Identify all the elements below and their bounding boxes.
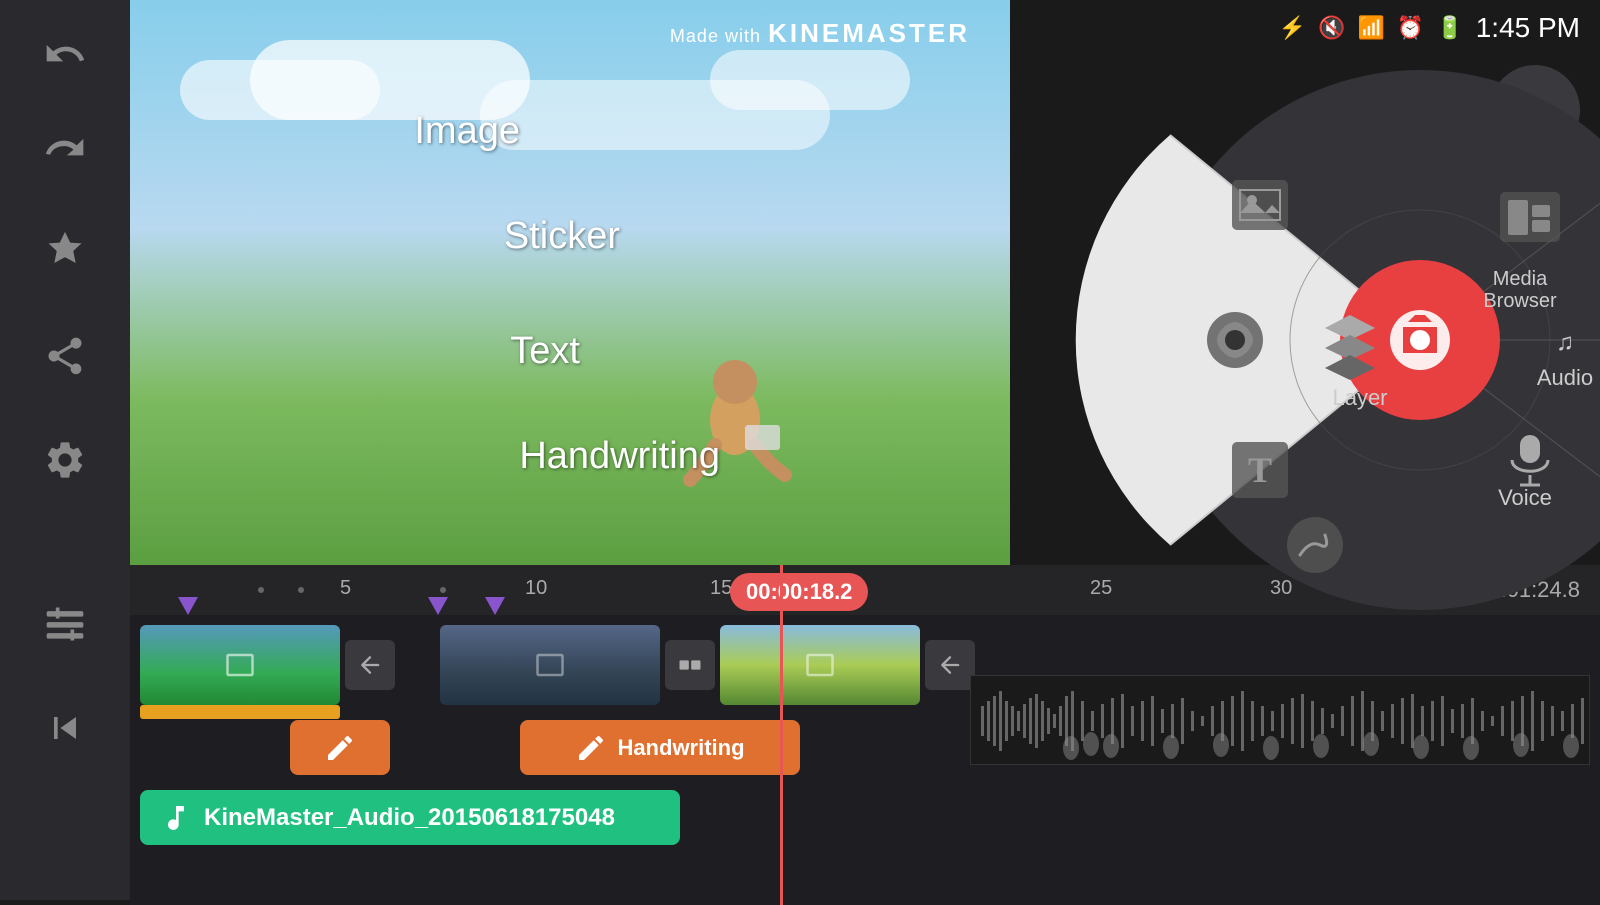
marker-1	[178, 597, 198, 615]
svg-text:Media: Media	[1493, 268, 1548, 290]
handwriting-label: Handwriting	[519, 435, 720, 478]
video-track: 1.0x	[130, 620, 1600, 710]
effects-button[interactable]	[20, 212, 110, 292]
current-time: 1:45 PM	[1476, 12, 1580, 44]
redo-button[interactable]	[20, 108, 110, 188]
transition-2[interactable]	[665, 640, 715, 690]
sticker-label: Sticker	[504, 215, 620, 258]
handwriting-btn-1[interactable]	[290, 720, 390, 775]
mute-icon: 🔇	[1318, 15, 1345, 41]
svg-text:♫: ♫	[1556, 329, 1574, 356]
left-sidebar	[0, 0, 130, 900]
text-label: Text	[510, 330, 580, 373]
svg-text:Audio: Audio	[1537, 365, 1593, 390]
ruler-10: 10	[525, 577, 547, 600]
radial-menu: T Media Browser Layer ♫ Audio Voice	[1020, 55, 1600, 625]
svg-text:Voice: Voice	[1498, 485, 1552, 510]
handwriting-btn-2-label: Handwriting	[617, 735, 744, 761]
ruler-15: 15	[710, 577, 732, 600]
marker-2	[428, 597, 448, 615]
bluetooth-icon: ⚡	[1279, 15, 1306, 41]
handwriting-track: Handwriting	[130, 720, 1600, 785]
transition-3[interactable]	[925, 640, 975, 690]
video-preview: Made with KINEMASTER Image Sticker Text …	[130, 0, 1010, 570]
clip-3[interactable]	[720, 625, 920, 705]
audio-track-label: KineMaster_Audio_20150618175048	[204, 804, 615, 832]
music-icon	[160, 802, 192, 834]
share-button[interactable]	[20, 316, 110, 396]
adjust-tracks-button[interactable]	[20, 584, 110, 664]
transition-1[interactable]	[345, 640, 395, 690]
clip-1[interactable]	[140, 625, 340, 705]
audio-track[interactable]: KineMaster_Audio_20150618175048	[140, 790, 680, 845]
ruler-5: 5	[340, 577, 351, 600]
wifi-icon: 📶	[1358, 15, 1385, 41]
status-bar: ⚡ 🔇 📶 ⏰ 🔋 1:45 PM	[1200, 0, 1600, 55]
yellow-progress-bar	[140, 705, 340, 719]
settings-button[interactable]	[20, 420, 110, 500]
image-label: Image	[414, 110, 520, 153]
current-time-badge: 00:00:18.2	[730, 573, 868, 611]
svg-text:T: T	[1248, 450, 1272, 490]
svg-text:Browser: Browser	[1483, 290, 1557, 312]
handwriting-btn-2[interactable]: Handwriting	[520, 720, 800, 775]
svg-text:Layer: Layer	[1332, 385, 1387, 410]
playhead-line	[780, 565, 783, 905]
alarm-icon: ⏰	[1397, 15, 1424, 41]
rewind-button[interactable]	[20, 688, 110, 768]
undo-button[interactable]	[20, 14, 110, 94]
clip-2[interactable]	[440, 625, 660, 705]
marker-3	[485, 597, 505, 615]
battery-icon: 🔋	[1436, 15, 1463, 41]
watermark: Made with KINEMASTER	[670, 18, 970, 49]
